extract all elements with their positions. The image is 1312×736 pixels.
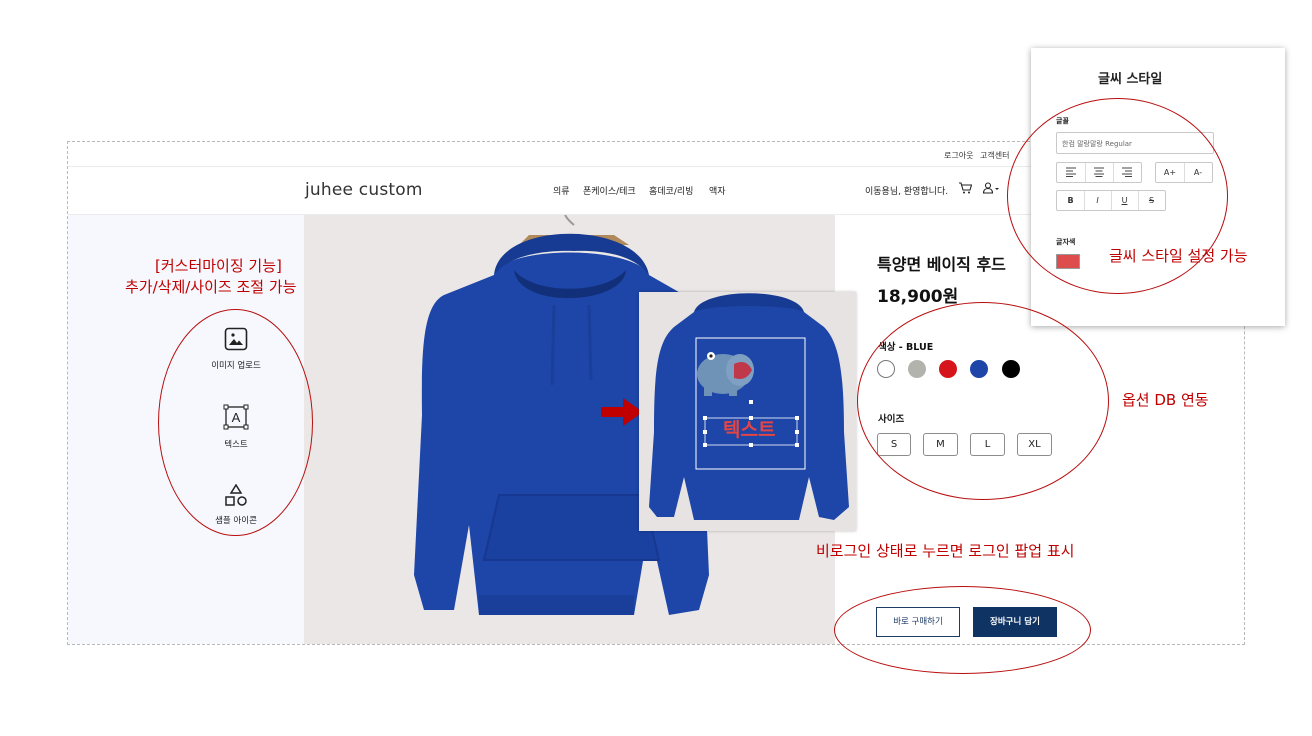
style-panel-title: 글씨 스타일 bbox=[1098, 72, 1163, 87]
preview-text-overlay[interactable]: 텍스트 bbox=[723, 415, 775, 442]
highlight-ellipse-style-panel bbox=[1007, 98, 1228, 294]
arrow-icon bbox=[601, 398, 643, 426]
annotation-customize-title: [커스터마이징 기능] bbox=[155, 257, 282, 275]
logout-link[interactable]: 로그아웃 bbox=[944, 150, 973, 161]
product-title: 특양면 베이직 후드 bbox=[877, 255, 1006, 274]
nav-item-clothing[interactable]: 의류 bbox=[553, 184, 570, 197]
nav-item-home-living[interactable]: 홈데코/리빙 bbox=[649, 184, 693, 197]
nav-item-phone-tech[interactable]: 폰케이스/테크 bbox=[583, 184, 636, 197]
highlight-ellipse-options bbox=[857, 302, 1109, 500]
user-icon[interactable] bbox=[982, 180, 1000, 199]
annotation-customize-desc: 추가/삭제/사이즈 조절 가능 bbox=[125, 278, 297, 296]
highlight-ellipse-tools bbox=[158, 309, 313, 536]
user-greeting: 이동용님, 환영합니다. bbox=[865, 187, 949, 197]
product-price: 18,900원 bbox=[877, 287, 959, 307]
annotation-login: 비로그인 상태로 누르면 로그인 팝업 표시 bbox=[816, 542, 1075, 560]
nav-item-frames[interactable]: 액자 bbox=[709, 184, 726, 197]
highlight-ellipse-buttons bbox=[834, 586, 1091, 674]
customer-center-link[interactable]: 고객센터 bbox=[980, 150, 1009, 161]
preview-hoodie bbox=[649, 293, 849, 520]
customize-preview: 텍스트 bbox=[639, 292, 856, 531]
annotation-options: 옵션 DB 연동 bbox=[1122, 391, 1209, 409]
cart-icon[interactable] bbox=[958, 180, 973, 199]
site-logo[interactable]: juhee custom bbox=[305, 180, 423, 200]
